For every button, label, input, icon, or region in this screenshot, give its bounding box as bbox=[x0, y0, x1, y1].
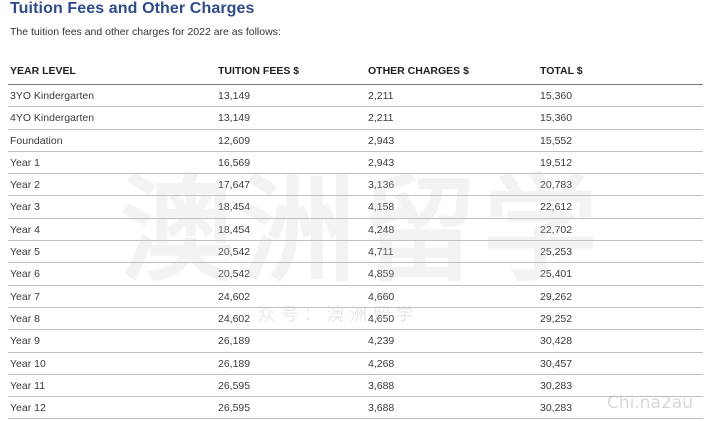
cell-tuition: 26,595 bbox=[218, 402, 251, 415]
cell-other: 3,688 bbox=[368, 379, 395, 392]
table-row: Year 12 26,595 3,688 30,283 bbox=[8, 397, 703, 420]
cell-tuition: 18,454 bbox=[218, 201, 251, 214]
table-row: Year 8 24,602 4,650 29,252 bbox=[8, 308, 703, 331]
header-year-level: YEAR LEVEL bbox=[10, 65, 76, 77]
cell-tuition: 26,189 bbox=[218, 357, 251, 370]
cell-other: 4,248 bbox=[368, 223, 395, 236]
table-row: Year 7 24,602 4,660 29,262 bbox=[8, 286, 703, 308]
cell-year-level: Year 6 bbox=[10, 268, 40, 281]
cell-year-level: Year 2 bbox=[10, 179, 40, 192]
cell-year-level: Year 7 bbox=[10, 290, 40, 303]
cell-total: 29,252 bbox=[540, 312, 573, 325]
cell-year-level: Year 8 bbox=[10, 312, 40, 325]
cell-year-level: Year 11 bbox=[10, 379, 46, 392]
header-other-charges: OTHER CHARGES $ bbox=[368, 65, 469, 77]
cell-other: 4,711 bbox=[368, 246, 394, 259]
table-row: Year 3 18,454 4,158 22,612 bbox=[8, 196, 703, 219]
cell-year-level: 3YO Kindergarten bbox=[10, 90, 95, 102]
cell-total: 30,283 bbox=[540, 402, 573, 415]
table-row: Year 5 20,542 4,711 25,253 bbox=[8, 241, 703, 264]
table-row: Year 2 17,647 3,136 20,783 bbox=[8, 174, 703, 197]
cell-tuition: 13,149 bbox=[218, 90, 251, 102]
cell-other: 4,859 bbox=[368, 268, 395, 281]
cell-total: 15,360 bbox=[540, 112, 573, 125]
cell-other: 2,211 bbox=[368, 90, 394, 102]
cell-other: 4,158 bbox=[368, 201, 395, 214]
intro-text: The tuition fees and other charges for 2… bbox=[10, 26, 281, 38]
cell-tuition: 24,602 bbox=[218, 312, 251, 325]
cell-total: 25,253 bbox=[540, 246, 573, 259]
cell-other: 2,943 bbox=[368, 134, 395, 147]
table-header: YEAR LEVEL TUITION FEES $ OTHER CHARGES … bbox=[8, 60, 703, 85]
cell-other: 4,268 bbox=[368, 357, 395, 370]
cell-total: 19,512 bbox=[540, 156, 573, 169]
table-row: Year 9 26,189 4,239 30,428 bbox=[8, 330, 703, 353]
cell-total: 30,457 bbox=[540, 357, 573, 370]
header-tuition-fees: TUITION FEES $ bbox=[218, 65, 300, 77]
cell-year-level: Year 5 bbox=[10, 246, 40, 259]
table-row: 4YO Kindergarten 13,149 2,211 15,360 bbox=[8, 107, 703, 130]
cell-tuition: 16,569 bbox=[218, 156, 251, 169]
cell-total: 15,360 bbox=[540, 90, 573, 102]
table-row: Year 11 26,595 3,688 30,283 bbox=[8, 375, 703, 398]
cell-year-level: Year 12 bbox=[10, 402, 46, 415]
cell-year-level: Year 1 bbox=[10, 156, 40, 169]
page-title: Tuition Fees and Other Charges bbox=[10, 0, 255, 17]
cell-tuition: 13,149 bbox=[218, 112, 251, 125]
table-row: Year 6 20,542 4,859 25,401 bbox=[8, 263, 703, 286]
cell-tuition: 20,542 bbox=[218, 246, 251, 259]
cell-tuition: 17,647 bbox=[218, 179, 251, 192]
header-total: TOTAL $ bbox=[540, 65, 583, 77]
cell-year-level: Year 10 bbox=[10, 357, 46, 370]
table-row: 3YO Kindergarten 13,149 2,211 15,360 bbox=[8, 85, 703, 108]
cell-other: 4,660 bbox=[368, 290, 395, 303]
cell-other: 4,239 bbox=[368, 335, 395, 348]
cell-total: 30,283 bbox=[540, 379, 573, 392]
fees-table: YEAR LEVEL TUITION FEES $ OTHER CHARGES … bbox=[8, 60, 703, 420]
cell-total: 20,783 bbox=[540, 179, 573, 192]
cell-year-level: Foundation bbox=[10, 134, 63, 147]
cell-tuition: 20,542 bbox=[218, 268, 251, 281]
cell-tuition: 12,609 bbox=[218, 134, 251, 147]
cell-total: 22,702 bbox=[540, 223, 573, 236]
cell-tuition: 26,595 bbox=[218, 379, 251, 392]
cell-other: 3,136 bbox=[368, 179, 395, 192]
cell-total: 15,552 bbox=[540, 134, 573, 147]
table-row: Year 10 26,189 4,268 30,457 bbox=[8, 353, 703, 375]
cell-year-level: Year 4 bbox=[10, 223, 40, 236]
cell-total: 30,428 bbox=[540, 335, 573, 348]
cell-other: 2,211 bbox=[368, 112, 394, 125]
cell-other: 4,650 bbox=[368, 312, 395, 325]
cell-total: 25,401 bbox=[540, 268, 573, 281]
table-row: Year 1 16,569 2,943 19,512 bbox=[8, 152, 703, 175]
cell-total: 29,262 bbox=[540, 290, 573, 303]
cell-other: 3,688 bbox=[368, 402, 395, 415]
cell-tuition: 24,602 bbox=[218, 290, 251, 303]
cell-year-level: 4YO Kindergarten bbox=[10, 112, 95, 125]
cell-total: 22,612 bbox=[540, 201, 573, 214]
table-row: Year 4 18,454 4,248 22,702 bbox=[8, 219, 703, 242]
table-row: Foundation 12,609 2,943 15,552 bbox=[8, 130, 703, 152]
cell-tuition: 18,454 bbox=[218, 223, 251, 236]
cell-year-level: Year 9 bbox=[10, 335, 40, 348]
cell-other: 2,943 bbox=[368, 156, 395, 169]
cell-tuition: 26,189 bbox=[218, 335, 251, 348]
cell-year-level: Year 3 bbox=[10, 201, 40, 214]
